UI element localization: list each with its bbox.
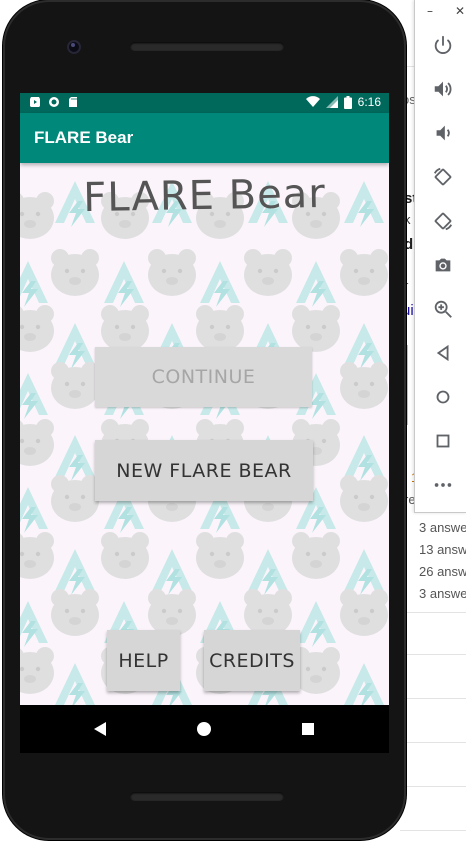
nav-back-icon[interactable] xyxy=(88,717,112,741)
background-pattern xyxy=(20,181,388,705)
emulator-toolbar: – ✕ xyxy=(414,0,466,513)
app-bar: FLARE Bear xyxy=(20,113,389,163)
nav-overview-icon[interactable] xyxy=(296,717,320,741)
answer-count: 3 answers xyxy=(419,520,466,535)
answer-count: 26 answers xyxy=(419,564,466,579)
camera-icon[interactable] xyxy=(429,251,457,279)
bottom-speaker xyxy=(130,792,284,801)
game-title: FLARE Bear xyxy=(82,170,327,222)
rotate-right-icon[interactable] xyxy=(429,207,457,235)
divider xyxy=(400,698,466,699)
back-icon[interactable] xyxy=(429,339,457,367)
continue-button[interactable]: CONTINUE xyxy=(95,347,312,407)
rotate-left-icon[interactable] xyxy=(429,163,457,191)
wifi-icon xyxy=(305,96,320,107)
signal-icon xyxy=(325,96,338,108)
zoom-icon[interactable] xyxy=(429,295,457,323)
app-bar-title: FLARE Bear xyxy=(34,128,134,147)
new-flare-bear-button[interactable]: NEW FLARE BEAR xyxy=(95,440,313,501)
more-icon[interactable] xyxy=(429,471,457,499)
volume-up-icon[interactable] xyxy=(429,75,457,103)
volume-down-icon[interactable] xyxy=(429,119,457,147)
minimize-button[interactable]: – xyxy=(427,4,433,18)
status-time: 6:16 xyxy=(357,95,381,109)
front-camera xyxy=(67,40,81,54)
android-navigation-bar xyxy=(20,705,389,753)
main-content: FLARE Bear CONTINUE NEW FLARE BEAR HELP … xyxy=(20,163,389,705)
credits-button[interactable]: CREDITS xyxy=(204,630,300,691)
divider xyxy=(400,830,466,831)
status-bar: 6:16 xyxy=(20,93,389,113)
overview-icon[interactable] xyxy=(429,427,457,455)
battery-icon xyxy=(343,95,352,109)
circle-notification-icon xyxy=(49,97,59,107)
top-speaker xyxy=(130,42,284,51)
sd-card-icon xyxy=(69,97,77,107)
home-icon[interactable] xyxy=(429,383,457,411)
power-icon[interactable] xyxy=(429,31,457,59)
answer-count: 13 answers xyxy=(419,542,466,557)
divider xyxy=(400,654,466,655)
divider xyxy=(400,612,466,613)
nav-home-icon[interactable] xyxy=(192,717,216,741)
help-button[interactable]: HELP xyxy=(107,630,180,691)
close-button[interactable]: ✕ xyxy=(455,4,465,18)
play-store-notification-icon xyxy=(30,97,40,107)
divider xyxy=(400,742,466,743)
divider xyxy=(400,786,466,787)
phone-screen: 6:16 FLARE Bear FLARE Bear CONTINUE NEW … xyxy=(20,93,389,753)
answer-count: 3 answers xyxy=(419,586,466,601)
